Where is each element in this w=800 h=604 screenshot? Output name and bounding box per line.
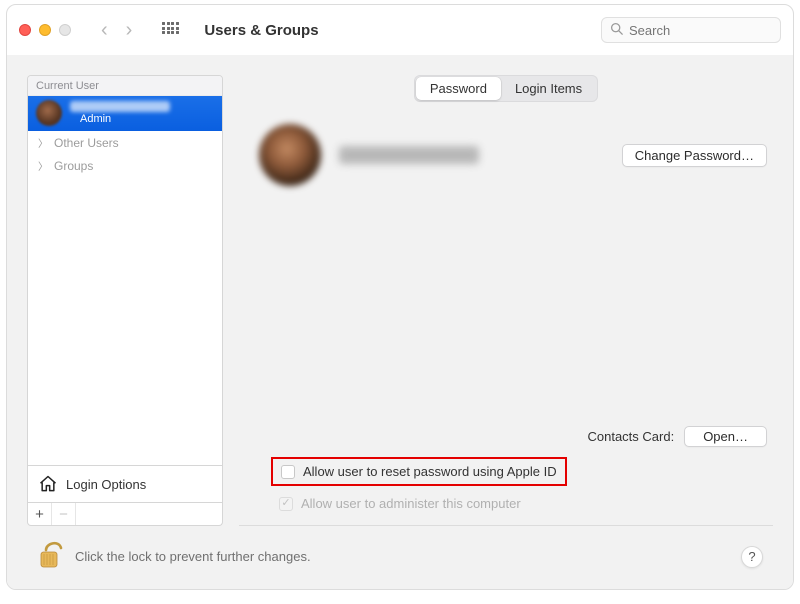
contacts-card-label: Contacts Card: — [587, 429, 674, 444]
forward-button[interactable]: › — [126, 19, 133, 42]
user-list: Current User Admin 〉 Other Users 〉 — [27, 75, 223, 466]
sidebar: Current User Admin 〉 Other Users 〉 — [27, 75, 223, 526]
user-avatar[interactable] — [259, 124, 321, 186]
search-icon — [610, 22, 623, 38]
user-role: Admin — [80, 113, 170, 125]
sidebar-user-selected[interactable]: Admin — [28, 96, 222, 131]
open-contacts-button[interactable]: Open… — [684, 426, 767, 447]
tab-group: Password Login Items — [414, 75, 598, 102]
preferences-window: ‹ › Users & Groups Current User — [6, 4, 794, 590]
remove-user-button: − — [52, 503, 76, 525]
chevron-right-icon: 〉 — [38, 158, 48, 173]
lock-hint-text: Click the lock to prevent further change… — [75, 549, 311, 564]
search-input[interactable] — [629, 23, 772, 38]
footer: Click the lock to prevent further change… — [27, 526, 773, 581]
tab-login-items[interactable]: Login Items — [501, 77, 596, 100]
search-field[interactable] — [601, 17, 781, 43]
detail-panel: Password Login Items Change Password… Co… — [239, 75, 773, 526]
login-options-label: Login Options — [66, 477, 146, 492]
tab-password[interactable]: Password — [416, 77, 501, 100]
help-button[interactable]: ? — [741, 546, 763, 568]
chevron-right-icon: 〉 — [38, 135, 48, 150]
allow-administer-checkbox: ✓ — [279, 497, 293, 511]
sidebar-other-users[interactable]: 〉 Other Users — [28, 131, 222, 154]
profile-name-redacted — [339, 146, 479, 164]
window-controls — [19, 24, 71, 36]
change-password-button[interactable]: Change Password… — [622, 144, 767, 167]
login-options-row[interactable]: Login Options — [27, 466, 223, 503]
nav-arrows: ‹ › — [101, 19, 132, 42]
sidebar-item-label: Groups — [54, 159, 93, 173]
add-remove-row: + − — [27, 503, 223, 526]
back-button[interactable]: ‹ — [101, 19, 108, 42]
fullscreen-window-button[interactable] — [59, 24, 71, 36]
window-title: Users & Groups — [204, 22, 318, 39]
sidebar-section-current-user: Current User — [28, 76, 222, 96]
avatar-icon — [36, 100, 62, 126]
allow-administer-row: ✓ Allow user to administer this computer — [239, 492, 773, 517]
allow-administer-label: Allow user to administer this computer — [301, 496, 521, 511]
profile-row: Change Password… — [239, 102, 773, 196]
allow-reset-apple-id-checkbox[interactable] — [281, 465, 295, 479]
lock-icon[interactable] — [37, 540, 63, 573]
sidebar-groups[interactable]: 〉 Groups — [28, 154, 222, 177]
user-name-redacted — [70, 101, 170, 112]
allow-reset-apple-id-label: Allow user to reset password using Apple… — [303, 464, 557, 479]
show-all-icon[interactable] — [162, 22, 178, 38]
add-user-button[interactable]: + — [28, 503, 52, 525]
help-label: ? — [748, 549, 755, 564]
minimize-window-button[interactable] — [39, 24, 51, 36]
sidebar-item-label: Other Users — [54, 136, 119, 150]
close-window-button[interactable] — [19, 24, 31, 36]
allow-reset-apple-id-row: Allow user to reset password using Apple… — [271, 457, 567, 486]
home-icon — [38, 474, 58, 494]
body: Current User Admin 〉 Other Users 〉 — [7, 55, 793, 589]
titlebar: ‹ › Users & Groups — [7, 5, 793, 55]
contacts-card-row: Contacts Card: Open… — [239, 426, 773, 457]
